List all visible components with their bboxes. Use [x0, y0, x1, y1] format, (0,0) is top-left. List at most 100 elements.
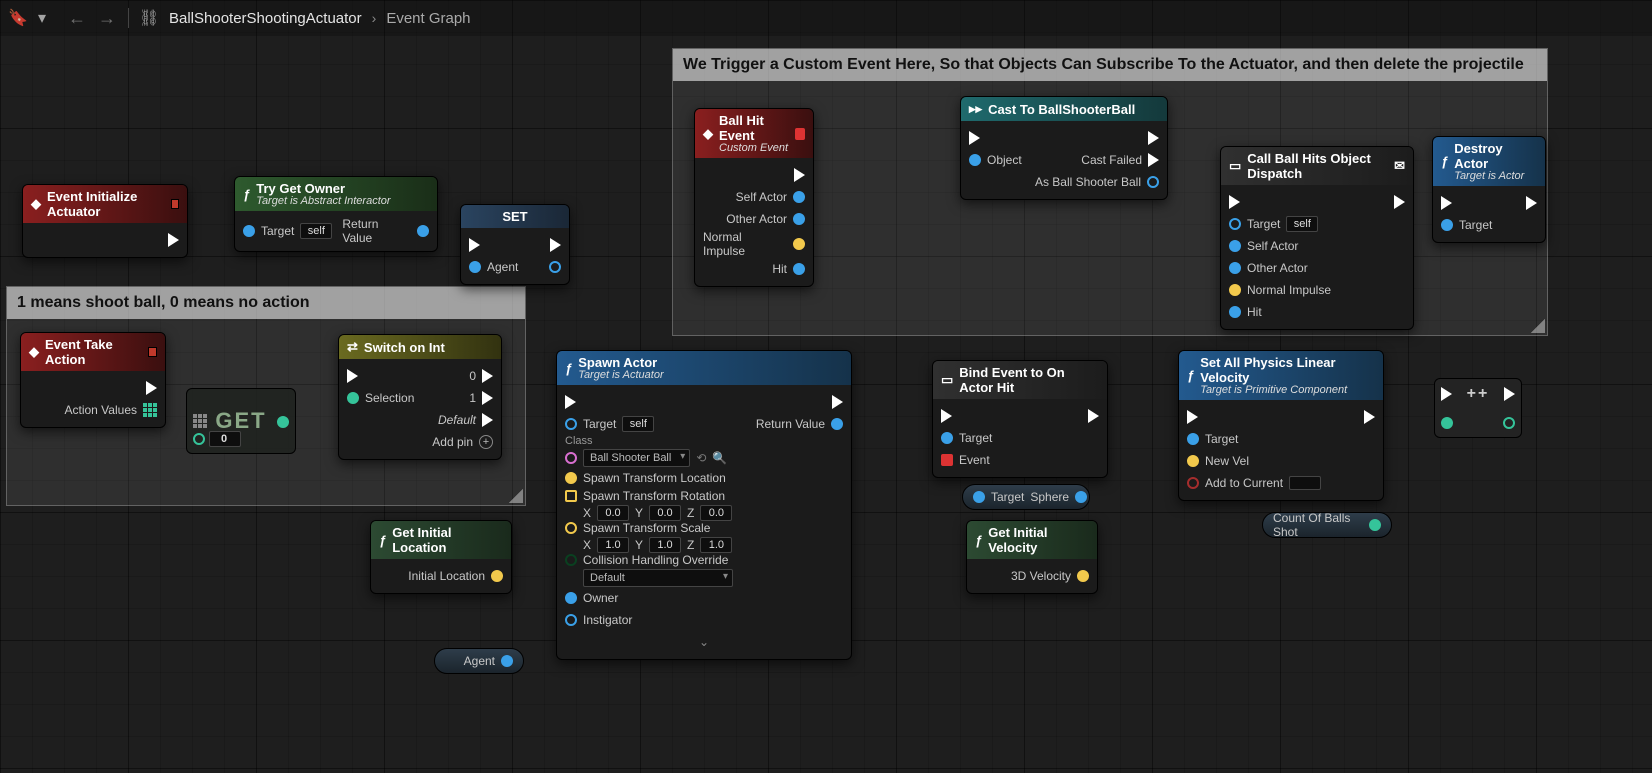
exec-in-pin[interactable] [1441, 387, 1452, 401]
location-pin[interactable] [565, 472, 577, 484]
node-target-sphere[interactable]: Target Sphere [962, 484, 1090, 510]
cast-failed-pin[interactable] [1148, 153, 1159, 167]
exec-out-0-pin[interactable] [482, 369, 493, 383]
sphere-out-pin[interactable] [1075, 491, 1087, 503]
selection-pin[interactable] [347, 392, 359, 404]
new-vel-pin[interactable] [1187, 455, 1199, 467]
node-bind-event[interactable]: ▭ Bind Event to On Actor Hit Target Even… [932, 360, 1108, 478]
object-pin[interactable] [969, 154, 981, 166]
other-actor-pin[interactable] [1229, 262, 1241, 274]
node-set-velocity[interactable]: ƒ Set All Physics Linear Velocity Target… [1178, 350, 1384, 501]
scl-y[interactable]: 1.0 [649, 537, 681, 553]
exec-in-pin[interactable] [941, 409, 952, 423]
velocity-out-pin[interactable] [1077, 570, 1089, 582]
variable-agent[interactable]: Agent [434, 648, 524, 674]
self-value[interactable]: self [622, 416, 654, 432]
scl-x[interactable]: 1.0 [597, 537, 629, 553]
self-value[interactable]: self [300, 223, 332, 239]
other-actor-pin[interactable] [793, 213, 805, 225]
index-value[interactable]: 0 [209, 431, 241, 447]
target-pin[interactable] [243, 225, 255, 237]
exec-out-pin[interactable] [550, 238, 561, 252]
breakpoint-icon[interactable] [148, 347, 157, 357]
exec-out-pin[interactable] [146, 381, 157, 395]
exec-out-default-pin[interactable] [482, 413, 493, 427]
scl-z[interactable]: 1.0 [700, 537, 732, 553]
return-pin[interactable] [831, 418, 843, 430]
self-actor-pin[interactable] [793, 191, 805, 203]
class-selector[interactable]: Ball Shooter Ball [583, 449, 690, 467]
comment-title[interactable]: We Trigger a Custom Event Here, So that … [673, 49, 1547, 81]
exec-out-1-pin[interactable] [482, 391, 493, 405]
forward-icon[interactable]: → [98, 8, 118, 28]
instigator-pin[interactable] [565, 614, 577, 626]
array-pin[interactable] [143, 403, 157, 417]
exec-in-pin[interactable] [565, 395, 576, 409]
comment-title[interactable]: 1 means shoot ball, 0 means no action [7, 287, 525, 319]
rotation-pin[interactable] [565, 490, 577, 502]
class-pin[interactable] [565, 452, 577, 464]
target-pin[interactable] [565, 418, 577, 430]
node-destroy-actor[interactable]: ƒ Destroy Actor Target is Actor Target [1432, 136, 1546, 243]
node-switch-on-int[interactable]: ⇄ Switch on Int 0 Selection 1 Default Ad… [338, 334, 502, 460]
back-icon[interactable]: ← [68, 8, 88, 28]
target-pin[interactable] [941, 432, 953, 444]
scale-pin[interactable] [565, 522, 577, 534]
target-pin[interactable] [1187, 433, 1199, 445]
exec-in-pin[interactable] [347, 369, 358, 383]
node-array-get[interactable]: GET 0 [186, 388, 296, 454]
exec-out-pin[interactable] [168, 233, 179, 247]
self-value[interactable]: self [1286, 216, 1318, 232]
bookmark-icon[interactable]: 🔖 [8, 8, 28, 28]
add-pin-icon[interactable]: + [479, 435, 493, 449]
count-out-pin[interactable] [1369, 519, 1381, 531]
collision-selector[interactable]: Default [583, 569, 733, 587]
target-pin[interactable] [1229, 218, 1241, 230]
exec-in-pin[interactable] [969, 131, 980, 145]
expand-icon[interactable]: ⌄ [699, 635, 709, 649]
collision-pin[interactable] [565, 554, 577, 566]
node-call-dispatch[interactable]: ▭ Call Ball Hits Object Dispatch ✉ Targe… [1220, 146, 1414, 330]
node-ball-hit-event[interactable]: ◆ Ball Hit Event Custom Event Self Actor… [694, 108, 814, 287]
exec-out-pin[interactable] [1364, 410, 1375, 424]
breadcrumb-parent[interactable]: BallShooterShootingActuator [169, 10, 362, 27]
exec-out-pin[interactable] [794, 168, 805, 182]
node-increment[interactable]: ++ [1434, 378, 1522, 438]
resize-handle-icon[interactable] [1531, 319, 1545, 333]
exec-out-pin[interactable] [1088, 409, 1099, 423]
value-out-pin[interactable] [277, 416, 289, 428]
exec-in-pin[interactable] [1187, 410, 1198, 424]
add-current-pin[interactable] [1187, 477, 1199, 489]
exec-in-pin[interactable] [1441, 196, 1452, 210]
event-pin[interactable] [941, 454, 953, 466]
array-in-pin[interactable] [193, 414, 207, 428]
int-out-pin[interactable] [1503, 417, 1515, 429]
search-icon[interactable]: 🔍 [712, 451, 727, 465]
rot-x[interactable]: 0.0 [597, 505, 629, 521]
delegate-out-pin[interactable] [795, 128, 805, 140]
browse-icon[interactable]: ⟲ [696, 451, 706, 465]
target-pin[interactable] [1441, 219, 1453, 231]
as-ball-pin[interactable] [1147, 176, 1159, 188]
exec-out-pin[interactable] [1526, 196, 1537, 210]
return-pin[interactable] [417, 225, 429, 237]
node-try-get-owner[interactable]: ƒ Try Get Owner Target is Abstract Inter… [234, 176, 438, 252]
hit-pin[interactable] [1229, 306, 1241, 318]
location-out-pin[interactable] [491, 570, 503, 582]
exec-in-pin[interactable] [469, 238, 480, 252]
normal-impulse-pin[interactable] [793, 238, 805, 250]
node-get-initial-location[interactable]: ƒ Get Initial Location Initial Location [370, 520, 512, 594]
breakpoint-icon[interactable] [171, 199, 179, 209]
bool-checkbox[interactable] [1289, 476, 1321, 490]
int-in-pin[interactable] [1441, 417, 1453, 429]
chevron-down-icon[interactable]: ▾ [38, 8, 58, 28]
target-in-pin[interactable] [973, 491, 985, 503]
node-event-initialize-actuator[interactable]: ◆ Event Initialize Actuator [22, 184, 188, 258]
exec-out-pin[interactable] [832, 395, 843, 409]
agent-out-pin[interactable] [549, 261, 561, 273]
exec-out-pin[interactable] [1394, 195, 1405, 209]
node-get-initial-velocity[interactable]: ƒ Get Initial Velocity 3D Velocity [966, 520, 1098, 594]
variable-count-balls-shot[interactable]: Count Of Balls Shot [1262, 512, 1392, 538]
exec-out-pin[interactable] [1148, 131, 1159, 145]
hit-pin[interactable] [793, 263, 805, 275]
